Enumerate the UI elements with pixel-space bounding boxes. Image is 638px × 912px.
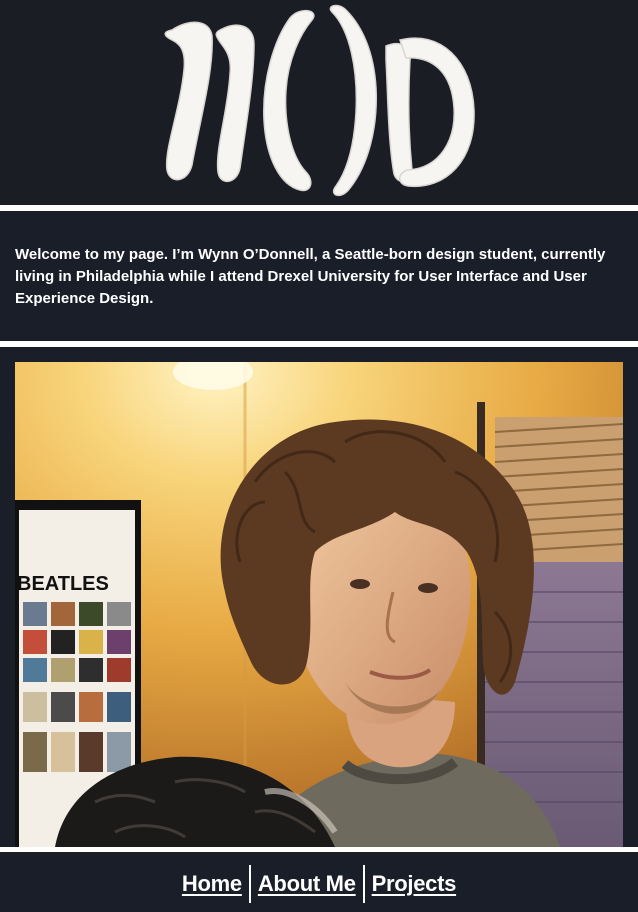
- nav-links: Home About Me Projects: [0, 865, 638, 903]
- intro-section: Welcome to my page. I’m Wynn O’Donnell, …: [0, 211, 638, 341]
- nav-link-home[interactable]: Home: [177, 871, 247, 897]
- profile-photo-illustration: BEATLES: [15, 362, 623, 847]
- nav-divider: [362, 865, 365, 903]
- page: Welcome to my page. I’m Wynn O’Donnell, …: [0, 0, 638, 912]
- photo-section: BEATLES: [0, 347, 638, 847]
- bottom-nav: Home About Me Projects: [0, 852, 638, 912]
- wod-logo: [164, 4, 475, 197]
- poster-text: BEATLES: [17, 573, 109, 595]
- profile-photo: BEATLES: [15, 362, 623, 847]
- nav-link-projects[interactable]: Projects: [367, 871, 461, 897]
- nav-divider: [248, 865, 251, 903]
- nav-link-about-me[interactable]: About Me: [253, 871, 361, 897]
- intro-text: Welcome to my page. I’m Wynn O’Donnell, …: [15, 246, 606, 307]
- site-header: [0, 0, 638, 205]
